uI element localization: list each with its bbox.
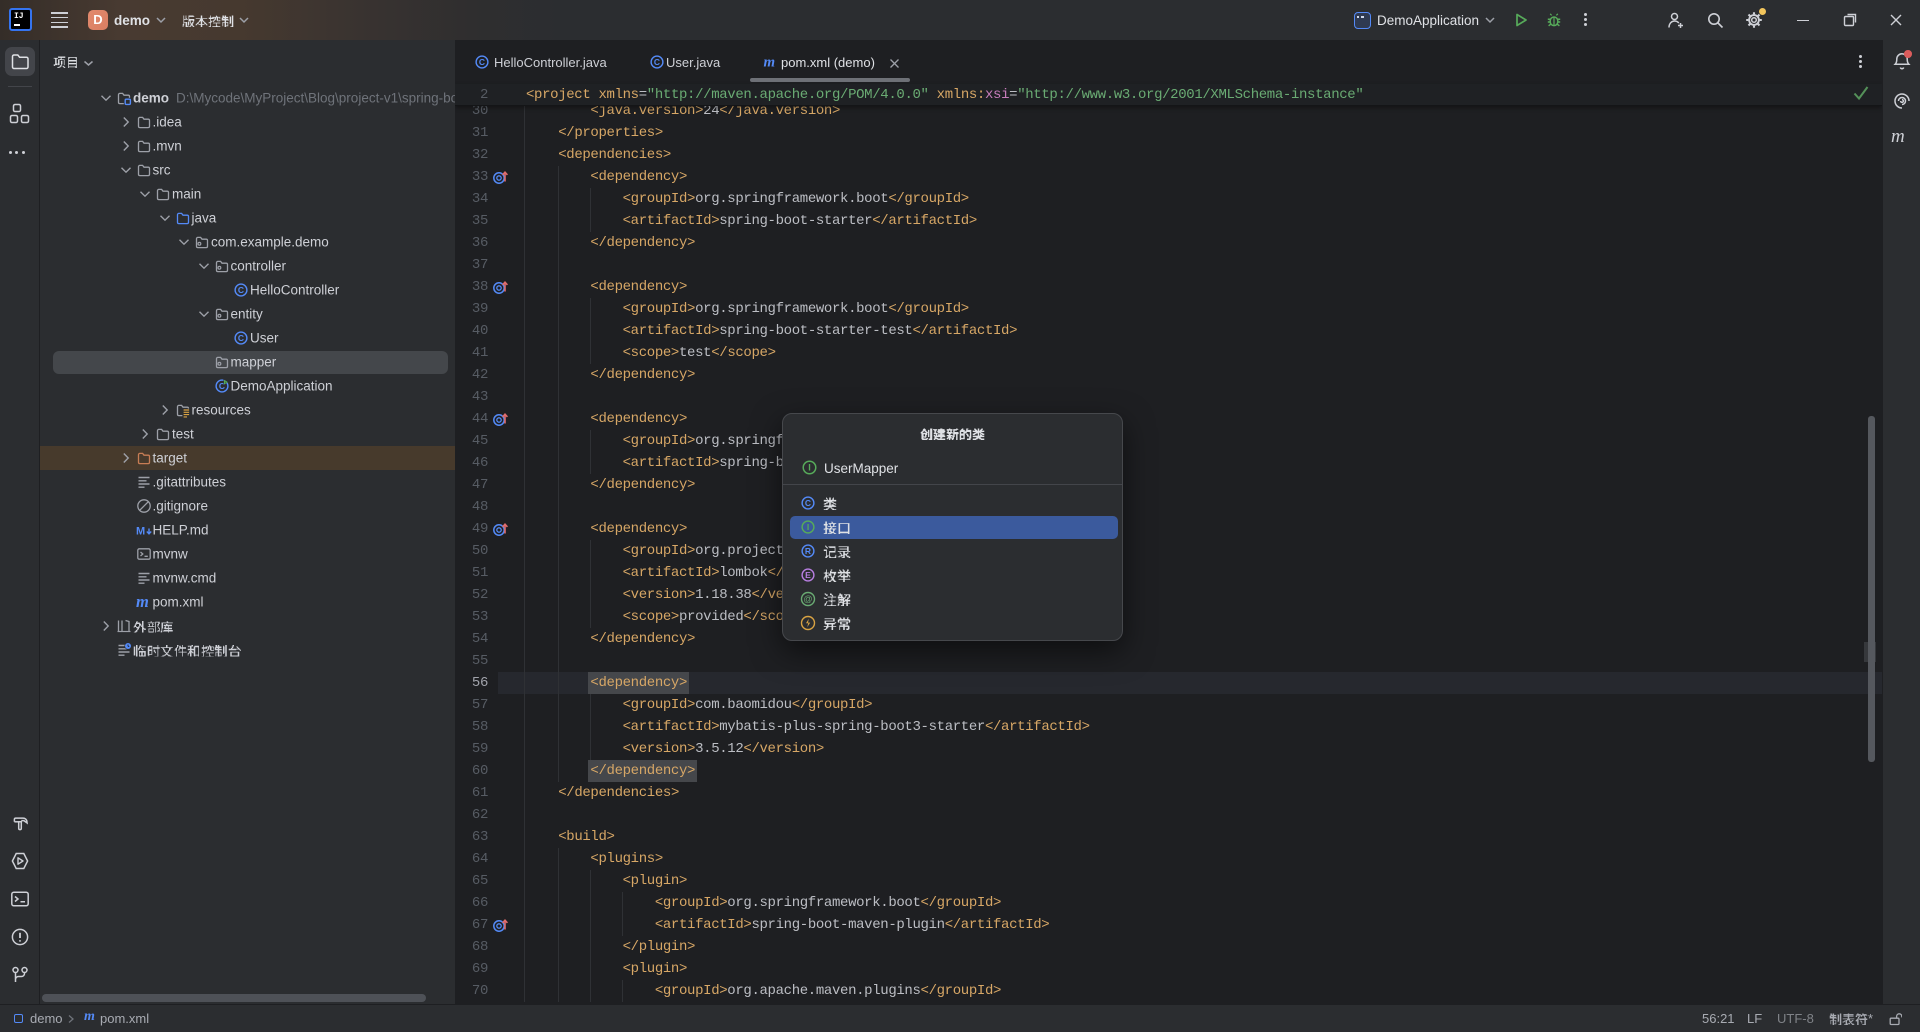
svg-text:I: I [808, 462, 811, 472]
svg-text:I: I [807, 521, 809, 531]
svg-text:R: R [805, 545, 811, 555]
svg-text:@: @ [803, 594, 812, 604]
svg-text:m: m [764, 54, 776, 70]
svg-text:E: E [805, 569, 811, 579]
svg-text:C: C [238, 333, 244, 343]
svg-text:m: m [136, 594, 149, 610]
svg-text:M: M [136, 526, 145, 538]
svg-text:C: C [654, 57, 660, 67]
svg-text:C: C [479, 57, 485, 67]
svg-text:C: C [805, 497, 811, 507]
svg-text:C: C [238, 285, 244, 295]
